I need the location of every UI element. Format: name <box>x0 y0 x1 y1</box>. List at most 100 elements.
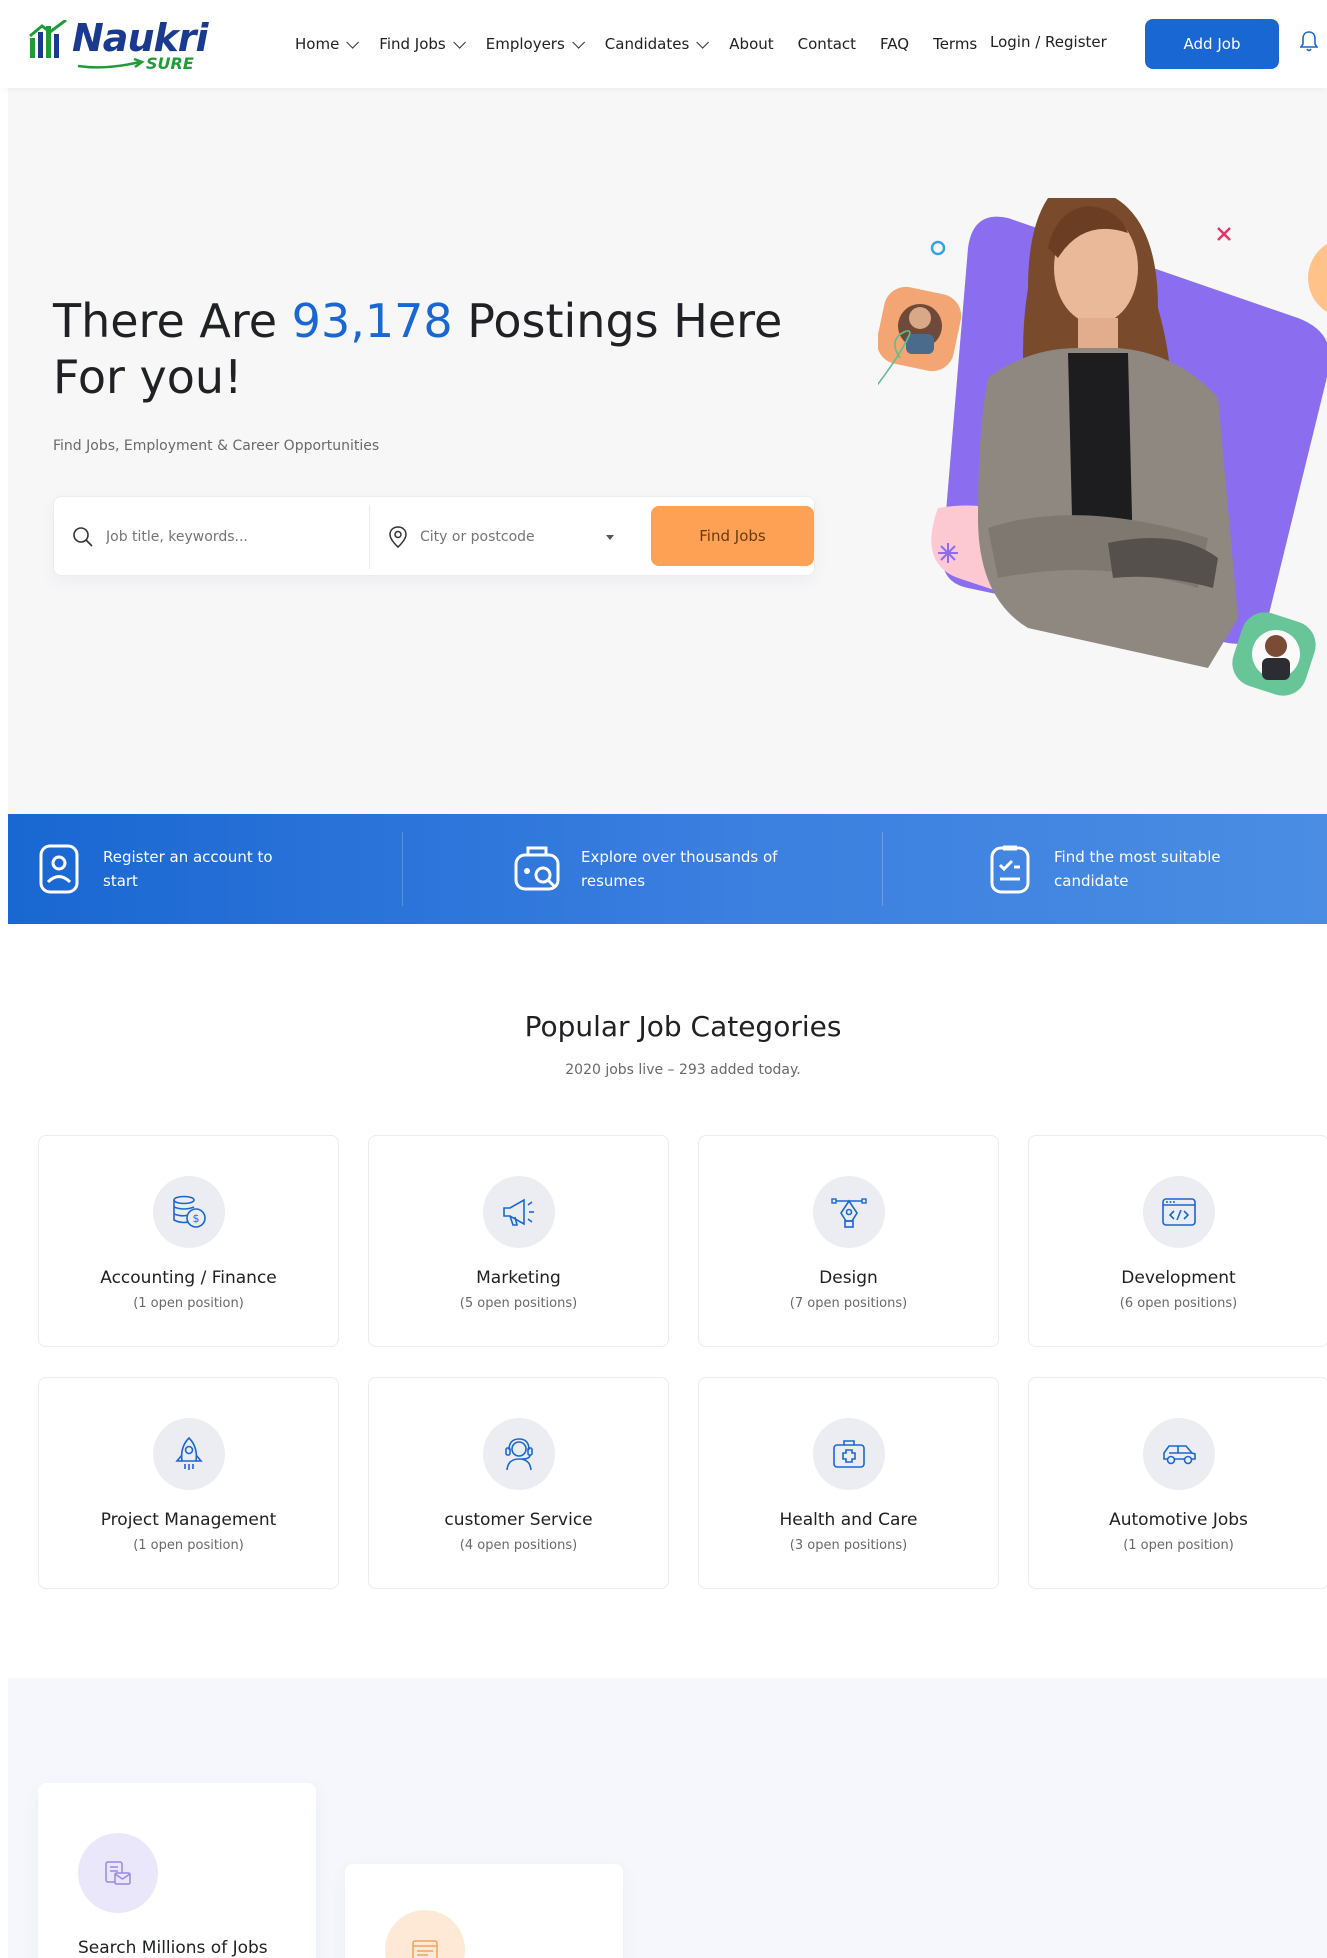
logo-chart-icon <box>29 20 67 58</box>
nav-item-find-jobs[interactable]: Find Jobs <box>379 35 466 53</box>
strip-text-find: Find the most suitable candidate <box>1054 848 1221 890</box>
strip-separator <box>882 832 883 906</box>
nav-item-label: Find Jobs <box>379 35 446 53</box>
category-icon-circle <box>813 1176 885 1248</box>
search-divider <box>369 505 370 569</box>
hero-subtitle: Find Jobs, Employment & Career Opportuni… <box>53 438 380 454</box>
features-section: Search Millions of Jobs <box>8 1678 1327 1958</box>
megaphone-icon <box>503 1198 534 1226</box>
category-card-design[interactable]: Design (7 open positions) <box>698 1135 999 1347</box>
nav-item-label: About <box>729 35 774 53</box>
site-logo[interactable]: Naukri SURE <box>28 14 209 74</box>
nav-item-label: Employers <box>485 35 565 53</box>
chevron-down-icon <box>453 35 466 49</box>
car-icon <box>1163 1445 1196 1465</box>
feature-card-secondary <box>345 1864 623 1958</box>
hero-illustration <box>878 198 1327 696</box>
category-name: Automotive Jobs <box>1109 1510 1248 1530</box>
chevron-down-icon <box>696 35 710 49</box>
hero-title: There Are 93,178 Postings Here For you! <box>53 293 813 405</box>
category-icon-circle: $ <box>153 1176 225 1248</box>
category-name: Accounting / Finance <box>100 1268 277 1288</box>
code-window-icon <box>1162 1198 1196 1226</box>
logo-subtext: SURE <box>146 54 194 73</box>
login-register-link[interactable]: Login / Register <box>990 33 1107 51</box>
sparkle-icon <box>938 543 958 563</box>
category-name: Health and Care <box>779 1510 918 1530</box>
strip-item-register: Register an account to start <box>35 814 303 924</box>
strip-text-explore: Explore over thousands of resumes <box>581 848 778 890</box>
job-search-icon <box>105 1861 131 1885</box>
main-nav: Home Find Jobs Employers Candidates About Con… <box>295 0 1001 88</box>
category-card-health[interactable]: Health and Care (3 open positions) <box>698 1377 999 1589</box>
category-icon-circle <box>483 1176 555 1248</box>
chevron-down-icon[interactable] <box>606 535 614 540</box>
strip-text-register: Register an account to start <box>103 848 273 890</box>
nav-item-faq[interactable]: FAQ <box>880 35 909 53</box>
rocket-icon <box>175 1436 203 1470</box>
nav-item-candidates[interactable]: Candidates <box>605 35 710 53</box>
first-aid-kit-icon <box>833 1440 865 1468</box>
category-count: (5 open positions) <box>459 1296 578 1311</box>
nav-item-home[interactable]: Home <box>295 35 360 53</box>
location-input[interactable] <box>420 529 590 545</box>
location-field <box>384 497 634 577</box>
nav-item-label: Home <box>295 35 340 53</box>
category-card-project-management[interactable]: Project Management (1 open position) <box>38 1377 339 1589</box>
categories-title: Popular Job Categories <box>524 1010 842 1043</box>
category-card-accounting[interactable]: $ Accounting / Finance (1 open position) <box>38 1135 339 1347</box>
category-card-marketing[interactable]: Marketing (5 open positions) <box>368 1135 669 1347</box>
category-card-automotive[interactable]: Automotive Jobs (1 open position) <box>1028 1377 1327 1589</box>
strip-item-explore: Explore over thousands of resumes <box>513 814 781 924</box>
checklist-icon <box>990 845 1030 894</box>
category-name: Marketing <box>476 1268 561 1288</box>
feature-icon-circle <box>78 1833 158 1913</box>
hero-postings-count: 93,178 <box>291 294 453 348</box>
keyword-field <box>54 497 369 577</box>
nav-item-terms[interactable]: Terms <box>933 35 977 53</box>
category-icon-circle <box>1143 1176 1215 1248</box>
category-count: (1 open position) <box>133 1296 244 1311</box>
search-icon <box>73 527 93 547</box>
category-count: (1 open position) <box>1123 1538 1234 1553</box>
nav-item-about[interactable]: About <box>729 35 773 53</box>
user-badge-icon <box>39 844 79 894</box>
category-icon-circle <box>813 1418 885 1490</box>
nav-item-contact[interactable]: Contact <box>798 35 856 53</box>
job-listing-icon <box>412 1940 438 1958</box>
keyword-input[interactable] <box>106 529 336 545</box>
find-jobs-button[interactable]: Find Jobs <box>651 506 814 566</box>
chevron-down-icon <box>346 35 360 49</box>
logo-arrow-icon <box>77 58 145 69</box>
nav-item-employers[interactable]: Employers <box>485 35 585 53</box>
categories-subtitle: 2020 jobs live – 293 added today. <box>565 1062 801 1078</box>
nav-item-label: Contact <box>797 35 857 53</box>
chevron-down-icon <box>572 35 585 49</box>
category-name: Development <box>1121 1268 1236 1288</box>
category-count: (3 open positions) <box>789 1538 908 1553</box>
strip-separator <box>402 832 403 906</box>
category-icon-circle <box>153 1418 225 1490</box>
feature-card-label: Search Millions of Jobs <box>78 1938 268 1958</box>
money-coins-icon: $ <box>173 1195 206 1228</box>
deco-ring <box>930 240 946 256</box>
category-count: (6 open positions) <box>1119 1296 1238 1311</box>
nav-item-label: Terms <box>933 35 978 53</box>
pen-tool-icon <box>831 1198 867 1228</box>
category-icon-circle <box>1143 1418 1215 1490</box>
category-card-development[interactable]: Development (6 open positions) <box>1028 1135 1327 1347</box>
category-name: Design <box>819 1268 878 1288</box>
nav-item-label: FAQ <box>880 35 910 53</box>
strip-item-find: Find the most suitable candidate <box>986 814 1254 924</box>
site-header: Naukri SURE Home Find Jobs Employers Candid… <box>0 0 1327 88</box>
svg-text:$: $ <box>193 1212 200 1225</box>
add-job-button[interactable]: Add Job <box>1145 19 1279 69</box>
hero-section: There Are 93,178 Postings Here For you! … <box>8 88 1327 814</box>
category-count: (1 open position) <box>133 1538 244 1553</box>
category-card-customer-service[interactable]: customer Service (4 open positions) <box>368 1377 669 1589</box>
category-name: Project Management <box>100 1510 277 1530</box>
category-count: (4 open positions) <box>459 1538 578 1553</box>
hero-orange-blob <box>1308 243 1327 313</box>
feature-icon-circle <box>385 1910 465 1958</box>
bell-icon[interactable] <box>1300 30 1318 52</box>
